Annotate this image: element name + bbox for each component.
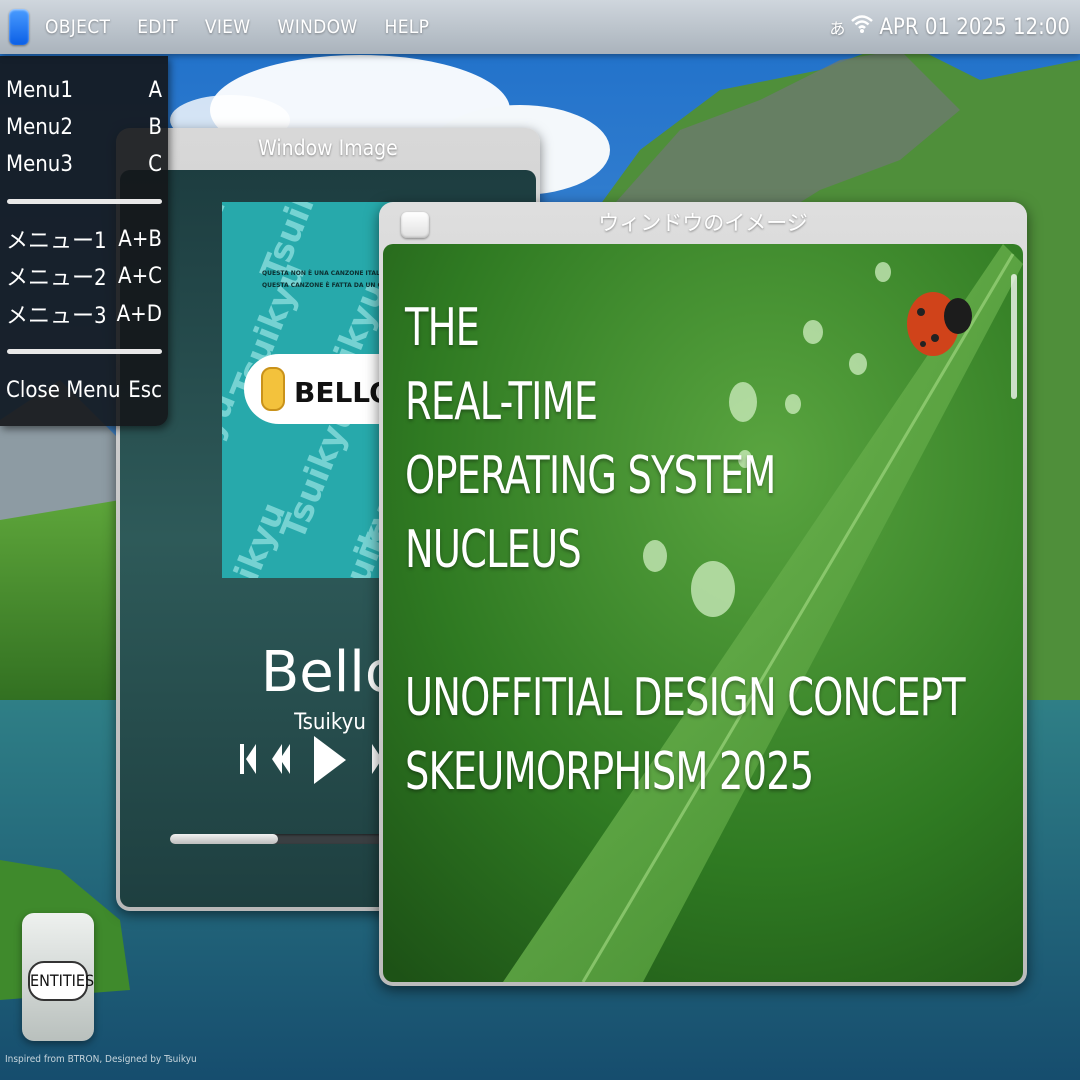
skip-back-icon[interactable] — [240, 744, 256, 774]
play-icon[interactable] — [314, 736, 346, 784]
headline-line: NUCLEUS — [405, 520, 582, 580]
menu-item-label: Menu2 — [6, 114, 73, 140]
credits-text: Inspired from BTRON, Designed by Tsuikyu — [5, 1054, 197, 1065]
scrollbar[interactable] — [1011, 274, 1017, 399]
menu-bar: OBJECT EDIT VIEW WINDOW HELP あ APR 01 20… — [0, 0, 1080, 54]
menu-item-close-menu[interactable]: Close Menu Esc — [6, 372, 162, 408]
menu-item-shortcut: Esc — [128, 377, 162, 403]
menu-item-menu-jp1[interactable]: メニュー1 A+B — [6, 221, 162, 257]
menu-item-shortcut: A+C — [118, 263, 162, 289]
menu-item-shortcut: B — [148, 114, 162, 140]
menu-item-shortcut: C — [148, 151, 162, 177]
image-window[interactable]: ウィンドウのイメージ THE REAL-TIME OPERATING SYSTE… — [379, 202, 1027, 986]
menu-item-shortcut: A+B — [118, 226, 162, 252]
playback-controls — [240, 736, 382, 784]
image-content: THE REAL-TIME OPERATING SYSTEM NUCLEUS U… — [383, 244, 1023, 982]
menu-window[interactable]: WINDOW — [277, 16, 357, 38]
icon-label: ENTITIES — [28, 961, 94, 1001]
menu-item-label: メニュー3 — [6, 304, 107, 329]
menu-help[interactable]: HELP — [385, 16, 430, 38]
menu-item-label: メニュー1 — [6, 229, 107, 254]
rewind-icon[interactable] — [272, 744, 290, 774]
menu-item-menu-jp3[interactable]: メニュー3 A+D — [6, 296, 162, 332]
menu-separator — [7, 349, 162, 354]
entities-desktop-icon[interactable]: ENTITIES — [22, 913, 94, 1041]
menu-item-menu1[interactable]: Menu1 A — [6, 72, 162, 108]
menu-item-label: Close Menu — [6, 377, 121, 403]
window-title: ウィンドウのイメージ — [598, 211, 808, 235]
dropdown-menu: Menu1 A Menu2 B Menu3 C メニュー1 A+B メニュー2 … — [0, 56, 168, 426]
headline-line: REAL-TIME — [405, 372, 598, 432]
menu-item-label: Menu1 — [6, 77, 73, 103]
window-titlebar[interactable]: Window Image — [116, 128, 540, 168]
menu-item-label: Menu3 — [6, 151, 73, 177]
status-area: あ APR 01 2025 12:00 — [829, 14, 1080, 40]
menu-item-menu3[interactable]: Menu3 C — [6, 146, 162, 182]
headline-line: UNOFFITIAL DESIGN CONCEPT — [405, 668, 966, 728]
datetime-clock[interactable]: APR 01 2025 12:00 — [879, 15, 1070, 40]
system-menu-button[interactable] — [9, 9, 29, 45]
headline-line — [405, 588, 965, 662]
menu-edit[interactable]: EDIT — [137, 16, 178, 38]
close-box-button[interactable] — [401, 212, 429, 238]
menu-item-menu-jp2[interactable]: メニュー2 A+C — [6, 258, 162, 294]
headline-line: OPERATING SYSTEM — [405, 446, 776, 506]
menu-item-shortcut: A — [148, 77, 162, 103]
progress-fill — [170, 834, 278, 844]
headline-line: THE — [405, 298, 480, 358]
menu-item-shortcut: A+D — [116, 301, 162, 327]
headline-line: SKEUMORPHISM 2025 — [405, 742, 814, 802]
menu-object[interactable]: OBJECT — [45, 16, 110, 38]
headline-text: THE REAL-TIME OPERATING SYSTEM NUCLEUS U… — [405, 292, 1023, 810]
window-title: Window Image — [258, 136, 398, 160]
window-titlebar[interactable]: ウィンドウのイメージ — [379, 202, 1027, 244]
ime-indicator[interactable]: あ — [829, 15, 845, 39]
menu-view[interactable]: VIEW — [205, 16, 251, 38]
menu-item-menu2[interactable]: Menu2 B — [6, 109, 162, 145]
wifi-icon[interactable] — [851, 14, 874, 40]
menu-item-label: メニュー2 — [6, 266, 107, 291]
menu-separator — [7, 199, 162, 204]
